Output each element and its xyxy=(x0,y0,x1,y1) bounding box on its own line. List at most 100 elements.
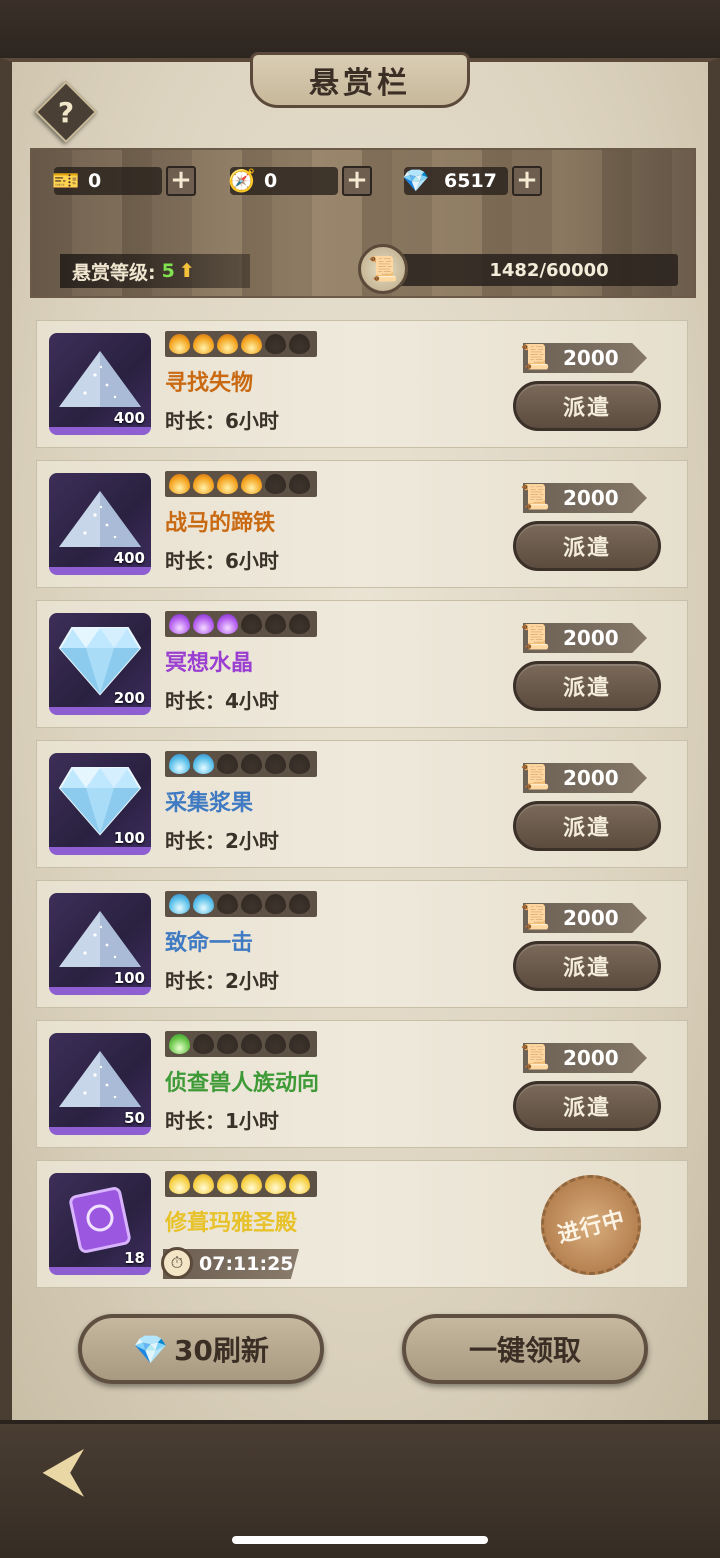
quest-name: 侦查兽人族动向 xyxy=(165,1071,320,1096)
page-title: 悬赏栏 xyxy=(309,66,411,101)
quest-item-thumb: 400 xyxy=(49,333,151,435)
quest-name: 寻找失物 xyxy=(165,371,254,396)
clock-icon: ⏱ xyxy=(161,1247,193,1279)
quest-item-thumb: 400 xyxy=(49,473,151,575)
dispatch-button[interactable]: 派遣 xyxy=(513,1081,661,1131)
quest-card[interactable]: 400 寻找失物 时长：6小时 2000 📜 派遣 xyxy=(36,320,688,448)
item-quantity: 50 xyxy=(124,1109,145,1127)
in-progress-stamp: 进行中 xyxy=(529,1163,653,1287)
difficulty-rating xyxy=(165,1031,317,1057)
diamond-icon: 💎 xyxy=(402,168,430,194)
difficulty-flame-icon xyxy=(289,614,310,634)
difficulty-flame-icon xyxy=(289,474,310,494)
scroll-icon: 📜 xyxy=(520,343,550,371)
difficulty-flame-icon xyxy=(193,1034,214,1054)
difficulty-flame-icon xyxy=(193,334,214,354)
difficulty-flame-icon xyxy=(241,1174,262,1194)
quest-item-thumb: 50 xyxy=(49,1033,151,1135)
difficulty-flame-icon xyxy=(265,334,286,354)
bounty-level-label: 悬赏等级: xyxy=(72,261,156,284)
add-diamond-button[interactable]: + xyxy=(512,166,542,196)
scroll-icon: 📜 xyxy=(358,244,408,294)
difficulty-flame-icon xyxy=(217,1034,238,1054)
dispatch-button[interactable]: 派遣 xyxy=(513,801,661,851)
quest-duration: 时长：6小时 xyxy=(165,549,279,573)
scroll-icon: 📜 xyxy=(520,763,550,791)
difficulty-flame-icon xyxy=(265,614,286,634)
active-quest-card[interactable]: 18 修葺玛雅圣殿 07:11:25 ⏱ 进行中 xyxy=(36,1160,688,1288)
item-quantity: 200 xyxy=(113,689,145,707)
difficulty-flame-icon xyxy=(169,754,190,774)
quest-name: 战马的蹄铁 xyxy=(165,511,276,536)
add-ticket-button[interactable]: + xyxy=(166,166,196,196)
difficulty-flame-icon xyxy=(169,334,190,354)
difficulty-flame-icon xyxy=(241,334,262,354)
quest-list: 400 寻找失物 时长：6小时 2000 📜 派遣 400 战马的蹄铁 时长：6小时 2000 📜 派… xyxy=(36,320,688,1300)
difficulty-flame-icon xyxy=(289,894,310,914)
difficulty-flame-icon xyxy=(289,1034,310,1054)
difficulty-flame-icon xyxy=(241,754,262,774)
difficulty-flame-icon xyxy=(169,474,190,494)
item-quantity: 400 xyxy=(113,549,145,567)
difficulty-rating xyxy=(165,331,317,357)
difficulty-flame-icon xyxy=(217,474,238,494)
dispatch-button[interactable]: 派遣 xyxy=(513,941,661,991)
bounty-level-value: 5 xyxy=(161,260,175,282)
help-icon: ? xyxy=(57,95,75,129)
difficulty-flame-icon xyxy=(193,754,214,774)
back-arrow-icon: ⮜ xyxy=(43,1438,83,1501)
quest-card[interactable]: 100 致命一击 时长：2小时 2000 📜 派遣 xyxy=(36,880,688,1008)
bounty-banner: 🎫 0 + 🧭 0 + 💎 6517 + 悬赏等级: 5 ⬆ 1482/6000… xyxy=(30,148,696,298)
back-button[interactable]: ⮜ xyxy=(8,1438,118,1501)
scroll-icon: 📜 xyxy=(520,483,550,511)
difficulty-flame-icon xyxy=(265,894,286,914)
compass-currency: 🧭 0 + xyxy=(228,164,372,198)
quest-duration: 时长：1小时 xyxy=(165,1109,279,1133)
quest-item-thumb: 200 xyxy=(49,613,151,715)
quest-name: 修葺玛雅圣殿 xyxy=(165,1211,298,1236)
item-quantity: 100 xyxy=(113,969,145,987)
dispatch-button[interactable]: 派遣 xyxy=(513,521,661,571)
quest-duration: 时长：2小时 xyxy=(165,969,279,993)
quest-card[interactable]: 400 战马的蹄铁 时长：6小时 2000 📜 派遣 xyxy=(36,460,688,588)
difficulty-flame-icon xyxy=(217,334,238,354)
diamond-currency: 💎 6517 + xyxy=(402,164,542,198)
claim-all-label: 一键领取 xyxy=(468,1334,581,1367)
quest-name: 采集浆果 xyxy=(165,791,254,816)
quest-item-thumb: 18 xyxy=(49,1173,151,1275)
refresh-button[interactable]: 💎 30刷新 xyxy=(78,1314,324,1384)
quest-duration: 时长：2小时 xyxy=(165,829,279,853)
difficulty-flame-icon xyxy=(193,474,214,494)
diamond-icon: 💎 xyxy=(133,1332,168,1366)
title-plate: 悬赏栏 xyxy=(250,52,470,108)
difficulty-rating xyxy=(165,471,317,497)
quest-name: 冥想水晶 xyxy=(165,651,254,676)
quest-name: 致命一击 xyxy=(165,931,254,956)
difficulty-flame-icon xyxy=(169,1174,190,1194)
difficulty-rating xyxy=(165,1171,317,1197)
difficulty-rating xyxy=(165,751,317,777)
dispatch-button[interactable]: 派遣 xyxy=(513,661,661,711)
difficulty-flame-icon xyxy=(289,1174,310,1194)
difficulty-flame-icon xyxy=(169,1034,190,1054)
difficulty-rating xyxy=(165,891,317,917)
difficulty-flame-icon xyxy=(193,614,214,634)
difficulty-flame-icon xyxy=(169,614,190,634)
quest-card[interactable]: 200 冥想水晶 时长：4小时 2000 📜 派遣 xyxy=(36,600,688,728)
claim-all-button[interactable]: 一键领取 xyxy=(402,1314,648,1384)
scroll-icon: 📜 xyxy=(520,623,550,651)
quest-card[interactable]: 100 采集浆果 时长：2小时 2000 📜 派遣 xyxy=(36,740,688,868)
home-indicator[interactable] xyxy=(232,1536,488,1544)
difficulty-flame-icon xyxy=(265,474,286,494)
compass-icon: 🧭 xyxy=(228,168,256,194)
difficulty-flame-icon xyxy=(241,474,262,494)
item-quantity: 400 xyxy=(113,409,145,427)
quest-item-thumb: 100 xyxy=(49,893,151,995)
difficulty-rating xyxy=(165,611,317,637)
quest-card[interactable]: 50 侦查兽人族动向 时长：1小时 2000 📜 派遣 xyxy=(36,1020,688,1148)
add-compass-button[interactable]: + xyxy=(342,166,372,196)
difficulty-flame-icon xyxy=(265,1174,286,1194)
dispatch-button[interactable]: 派遣 xyxy=(513,381,661,431)
scroll-icon: 📜 xyxy=(520,1043,550,1071)
difficulty-flame-icon xyxy=(265,754,286,774)
